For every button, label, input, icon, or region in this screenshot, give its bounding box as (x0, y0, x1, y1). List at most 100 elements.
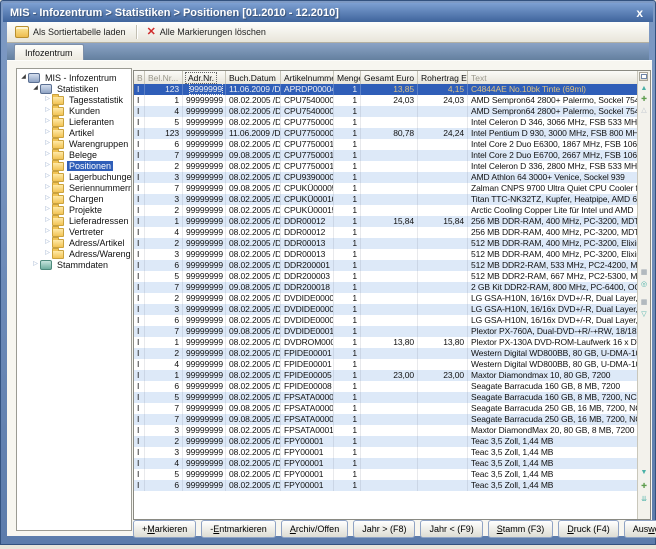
table-row[interactable]: I29999999908.02.2005 /DiCPUKÜ000151Arcti… (134, 205, 638, 216)
table-row[interactable]: I123999999911.06.2009 /DoAPRDP00004113,8… (134, 84, 638, 95)
tab-infozentrum[interactable]: Infozentrum (14, 44, 84, 60)
table-row[interactable]: I79999999909.08.2005 /DiFPSATA000091Seag… (134, 414, 638, 425)
grid-view-icon[interactable]: ▦ (638, 269, 650, 277)
table-row[interactable]: I79999999909.08.2005 /DiCPU775000141Inte… (134, 150, 638, 161)
column-header-gesamt[interactable]: Gesamt Euro (361, 71, 418, 84)
table-row[interactable]: I19999999908.02.2005 /DiDDR00012115,8415… (134, 216, 638, 227)
table-row[interactable]: I59999999908.02.2005 /DiCPU775000051Inte… (134, 117, 638, 128)
tree-item-projekte[interactable]: ▷Projekte (17, 204, 131, 215)
tree-item-lagerbuchungen[interactable]: ▷Lagerbuchungen (17, 171, 131, 182)
tree-item-lieferadressen[interactable]: ▷Lieferadressen (17, 215, 131, 226)
grid-side-strip[interactable]: ▲ ✚ △ ▦ ◎ ▦ ▽ ▼ ✚ ⇊ (637, 71, 650, 519)
expander-closed-icon[interactable]: ▷ (43, 193, 52, 204)
table-row[interactable]: I69999999908.02.2005 /DiFPIDE000081Seaga… (134, 381, 638, 392)
expander-closed-icon[interactable]: ▷ (43, 160, 52, 171)
tree-item-artikel[interactable]: ▷Artikel (17, 127, 131, 138)
table-row[interactable]: I49999999908.02.2005 /DiDDR000121256 MB … (134, 227, 638, 238)
add-icon[interactable]: ✚ (638, 96, 650, 104)
column-header-text[interactable]: Text (468, 71, 638, 84)
table-row[interactable]: I29999999908.02.2005 /DiFPIDE000011Weste… (134, 348, 638, 359)
expander-closed-icon[interactable]: ▷ (31, 259, 40, 270)
sort-asc-icon[interactable]: ▲ (638, 85, 650, 93)
scroll-up-icon[interactable]: △ (638, 107, 650, 115)
expander-closed-icon[interactable]: ▷ (43, 237, 52, 248)
print-button[interactable]: Druck (F4) (558, 520, 619, 538)
column-header-menge[interactable]: Menge (334, 71, 361, 84)
expander-open-icon[interactable]: ◢ (31, 83, 40, 94)
grid-corner-icon[interactable] (639, 72, 648, 81)
table-row[interactable]: I39999999908.02.2005 /DiFPSATA000111Maxt… (134, 425, 638, 436)
tree-item-positionen[interactable]: ▷Positionen (17, 160, 131, 171)
expander-closed-icon[interactable]: ▷ (43, 105, 52, 116)
column-header-bel[interactable]: Bel.Nr... (145, 71, 183, 84)
column-header-b[interactable]: B (134, 71, 145, 84)
search-icon[interactable]: ◎ (638, 281, 650, 289)
expander-closed-icon[interactable]: ▷ (43, 149, 52, 160)
tree-item-vertreter[interactable]: ▷Vertreter (17, 226, 131, 237)
tree-item-mis-infozentrum[interactable]: ◢MIS - Infozentrum (17, 72, 131, 83)
tree-item-lieferanten[interactable]: ▷Lieferanten (17, 116, 131, 127)
tree-item-adress-artikel[interactable]: ▷Adress/Artikel (17, 237, 131, 248)
table-row[interactable]: I59999999908.02.2005 /DiFPSATA000011Seag… (134, 392, 638, 403)
tree-item-chargen[interactable]: ▷Chargen (17, 193, 131, 204)
tree-item-seriennummern[interactable]: ▷Seriennummern (17, 182, 131, 193)
table-row[interactable]: I1239999999911.06.2009 /DoCPU77500007180… (134, 128, 638, 139)
column-header-rohertrag[interactable]: Rohertrag Euro (418, 71, 468, 84)
year-next-button[interactable]: Jahr > (F8) (353, 520, 415, 538)
table-row[interactable]: I69999999908.02.2005 /DiCPU775000111Inte… (134, 139, 638, 150)
table-row[interactable]: I29999999908.02.2005 /DiDVDIDE000051LG G… (134, 293, 638, 304)
tree-item-warengruppen[interactable]: ▷Warengruppen (17, 138, 131, 149)
close-icon[interactable]: x (633, 6, 646, 20)
expander-closed-icon[interactable]: ▷ (43, 94, 52, 105)
column-header-adr[interactable]: Adr.Nr. (183, 71, 226, 84)
tree-item-tagesstatistik[interactable]: ▷Tagesstatistik (17, 94, 131, 105)
expander-closed-icon[interactable]: ▷ (43, 248, 52, 259)
expander-closed-icon[interactable]: ▷ (43, 204, 52, 215)
expander-closed-icon[interactable]: ▷ (43, 215, 52, 226)
expander-closed-icon[interactable]: ▷ (43, 226, 52, 237)
table-row[interactable]: I69999999908.02.2005 /DiDVDIDE000051LG G… (134, 315, 638, 326)
expander-open-icon[interactable]: ◢ (19, 72, 28, 83)
table-row[interactable]: I79999999909.08.2005 /DiDDR20001812 GB K… (134, 282, 638, 293)
table-row[interactable]: I39999999908.02.2005 /DiCPU939000021AMD … (134, 172, 638, 183)
scroll-down-icon[interactable]: ▼ (638, 469, 650, 477)
table-row[interactable]: I39999999908.02.2005 /DiDDR000131512 MB … (134, 249, 638, 260)
column-header-artikel[interactable]: Artikelnummer (281, 71, 334, 84)
table-row[interactable]: I49999999908.02.2005 /DiCPU754000031AMD … (134, 106, 638, 117)
year-prev-button[interactable]: Jahr < (F9) (420, 520, 482, 538)
table-row[interactable]: I49999999908.02.2005 /DiFPIDE000011Weste… (134, 359, 638, 370)
unmark-button[interactable]: - Entmarkieren (201, 520, 276, 538)
table-row[interactable]: I19999999908.02.2005 /DiCPU75400001124,0… (134, 95, 638, 106)
clear-markings-button[interactable]: ✕ Alle Markierungen löschen (143, 26, 270, 38)
table-row[interactable]: I29999999908.02.2005 /DiDDR000131512 MB … (134, 238, 638, 249)
layout-icon[interactable]: ▦ (638, 299, 650, 307)
load-sort-table-button[interactable]: Als Sortiertabelle laden (11, 25, 130, 39)
tree-item-stammdaten[interactable]: ▷Stammdaten (17, 259, 131, 270)
expander-closed-icon[interactable]: ▷ (43, 127, 52, 138)
tree-item-kunden[interactable]: ▷Kunden (17, 105, 131, 116)
table-row[interactable]: I39999999908.02.2005 /DiCPUKÜ000101Titan… (134, 194, 638, 205)
column-header-datum[interactable]: Buch.Datum (226, 71, 281, 84)
table-row[interactable]: I39999999908.02.2005 /DiFPY000011Teac 3,… (134, 447, 638, 458)
expander-closed-icon[interactable]: ▷ (43, 182, 52, 193)
table-row[interactable]: I69999999908.02.2005 /DiFPY000011Teac 3,… (134, 480, 638, 491)
expander-closed-icon[interactable]: ▷ (43, 138, 52, 149)
table-row[interactable]: I79999999909.08.2005 /DiFPSATA000091Seag… (134, 403, 638, 414)
tree-item-belege[interactable]: ▷Belege (17, 149, 131, 160)
table-row[interactable]: I19999999908.02.2005 /DiDVDROM00001113,8… (134, 337, 638, 348)
tree-item-statistiken[interactable]: ◢Statistiken (17, 83, 131, 94)
table-row[interactable]: I39999999908.02.2005 /DiDVDIDE000051LG G… (134, 304, 638, 315)
master-data-button[interactable]: Stamm (F3) (488, 520, 554, 538)
add-row-icon[interactable]: ✚ (638, 483, 650, 491)
table-row[interactable]: I79999999909.08.2005 /DiDVDIDE000161Plex… (134, 326, 638, 337)
tree-item-adress-warengruppen[interactable]: ▷Adress/Warengruppen (17, 248, 131, 259)
table-row[interactable]: I29999999908.02.2005 /DiFPY000011Teac 3,… (134, 436, 638, 447)
filter-icon[interactable]: ▽ (638, 311, 650, 319)
table-row[interactable]: I59999999908.02.2005 /DiDDR2000031512 MB… (134, 271, 638, 282)
table-row[interactable]: I69999999908.02.2005 /DiDDR2000011512 MB… (134, 260, 638, 271)
table-row[interactable]: I49999999908.02.2005 /DiFPY000011Teac 3,… (134, 458, 638, 469)
archive-open-button[interactable]: Archiv/Offen (281, 520, 348, 538)
evaluation-button[interactable]: Auswertung (624, 520, 656, 538)
table-row[interactable]: I79999999909.08.2005 /DiCPUKÜ000051Zalma… (134, 183, 638, 194)
scroll-end-icon[interactable]: ⇊ (638, 496, 650, 504)
